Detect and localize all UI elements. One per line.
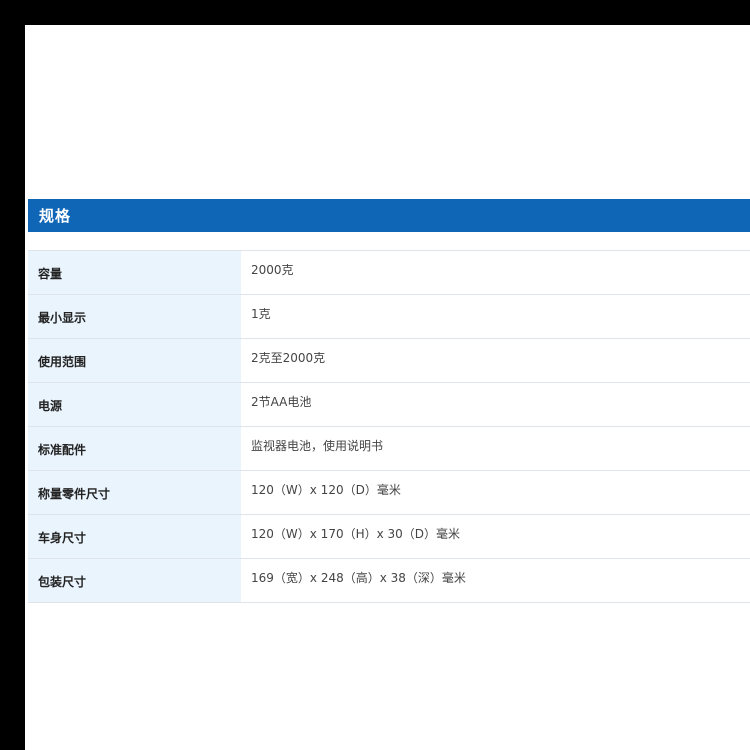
spec-label-package-size: 包装尺寸 [28,558,241,603]
table-row: 电源 2节AA电池 [28,382,750,427]
spec-value-weighing-part-size: 120（W）x 120（D）毫米 [241,470,750,515]
spec-value-accessories: 监视器电池，使用说明书 [241,426,750,471]
spec-label-accessories: 标准配件 [28,426,241,471]
spec-section-header: 规格 [28,199,750,232]
spec-value-range: 2克至2000克 [241,338,750,383]
spec-value-body-size: 120（W）x 170（H）x 30（D）毫米 [241,514,750,559]
spec-value-power: 2节AA电池 [241,382,750,427]
page-content: 规格 容量 2000克 最小显示 1克 使用范围 2克至2000克 电源 2节A… [25,25,750,750]
spec-label-weighing-part-size: 称量零件尺寸 [28,470,241,515]
spec-value-capacity: 2000克 [241,250,750,295]
spec-label-power: 电源 [28,382,241,427]
spec-label-body-size: 车身尺寸 [28,514,241,559]
table-row: 包装尺寸 169（宽）x 248（高）x 38（深）毫米 [28,558,750,603]
spec-value-package-size: 169（宽）x 248（高）x 38（深）毫米 [241,558,750,603]
table-row: 车身尺寸 120（W）x 170（H）x 30（D）毫米 [28,514,750,559]
spec-label-capacity: 容量 [28,250,241,295]
table-row: 最小显示 1克 [28,294,750,339]
spec-label-min-display: 最小显示 [28,294,241,339]
spec-title: 规格 [39,207,72,225]
spec-table: 容量 2000克 最小显示 1克 使用范围 2克至2000克 电源 2节AA电池… [28,250,750,603]
table-row: 标准配件 监视器电池，使用说明书 [28,426,750,471]
table-row: 使用范围 2克至2000克 [28,338,750,383]
spec-label-range: 使用范围 [28,338,241,383]
table-row: 容量 2000克 [28,250,750,295]
spec-value-min-display: 1克 [241,294,750,339]
table-row: 称量零件尺寸 120（W）x 120（D）毫米 [28,470,750,515]
